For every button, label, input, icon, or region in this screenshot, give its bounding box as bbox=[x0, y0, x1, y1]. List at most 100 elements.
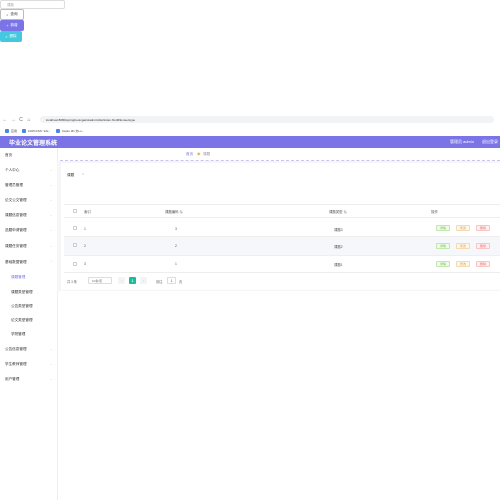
search-input[interactable]: 课题 bbox=[0, 0, 65, 9]
home-icon[interactable]: ⌂ bbox=[26, 117, 32, 123]
sidebar-item-topics[interactable]: 课题信息管理 bbox=[5, 213, 27, 218]
chevron-down-icon: ⌄ bbox=[50, 244, 53, 248]
sidebar-item-users[interactable]: 用户管理 bbox=[5, 377, 19, 382]
column-header-index: 索引 bbox=[84, 210, 91, 214]
chevron-down-icon: ⌄ bbox=[50, 362, 53, 366]
sidebar-item-tasks[interactable]: 课题任务管理 bbox=[5, 244, 27, 249]
row-checkbox[interactable] bbox=[73, 226, 77, 230]
bookmark-item[interactable]: Capto 3D 文Lu... bbox=[55, 128, 85, 133]
chevron-right-icon: › bbox=[142, 278, 145, 283]
column-header-code[interactable]: 课题编码 ⇅ bbox=[165, 209, 183, 214]
sidebar-item-papers[interactable]: 论文公文管理 bbox=[5, 198, 27, 203]
sidebar-item-applications[interactable]: 选题申请管理 bbox=[5, 228, 27, 233]
view-button[interactable]: 详情 bbox=[436, 261, 450, 267]
breadcrumb-separator-icon: ◉ bbox=[197, 151, 201, 156]
current-page[interactable]: 1 bbox=[129, 277, 136, 284]
search-button[interactable]: ⌕ 查询 bbox=[0, 9, 24, 20]
chevron-down-icon: ⌄ bbox=[50, 347, 53, 351]
chevron-down-icon: ⌄ bbox=[50, 377, 53, 381]
cell-code: 1 bbox=[175, 262, 177, 266]
sidebar-item-profile[interactable]: 个人中心 bbox=[5, 168, 19, 173]
search-placeholder: 课题 bbox=[7, 3, 14, 7]
add-button-label: 新增 bbox=[10, 23, 18, 27]
table-bottom-border bbox=[64, 272, 500, 273]
add-button[interactable]: + 新增 bbox=[0, 20, 24, 31]
sidebar-item-basic-data[interactable]: 基础数据管理 bbox=[5, 260, 27, 265]
cell-type: 课题1 bbox=[334, 263, 343, 267]
sidebar-item-admins[interactable]: 管理员管理 bbox=[5, 183, 23, 188]
chevron-up-icon: ⌃ bbox=[50, 260, 53, 264]
search-icon: ⌕ bbox=[6, 12, 9, 17]
logout-link[interactable]: 退出登录 bbox=[482, 139, 498, 145]
breadcrumb bbox=[57, 148, 500, 160]
page-label: 页 bbox=[179, 280, 183, 284]
sort-icon: ⇅ bbox=[343, 210, 347, 214]
page-size-value: 10条/页 bbox=[92, 278, 103, 283]
sidebar-subitem-notice-type[interactable]: 公告类型管理 bbox=[11, 304, 33, 309]
bookmark-icon bbox=[55, 128, 60, 133]
cell-code: 3 bbox=[175, 227, 177, 231]
cell-type: 课题2 bbox=[334, 245, 343, 249]
bookmark-label: Capto 3D 文Lu... bbox=[61, 128, 85, 133]
sidebar-item-notices[interactable]: 公告信息管理 bbox=[5, 347, 27, 352]
sidebar-subitem-topic-type[interactable]: 课题类型管理 bbox=[11, 290, 33, 295]
app-header bbox=[0, 136, 500, 148]
sort-icon: ⇅ bbox=[179, 210, 183, 214]
plus-icon: + bbox=[6, 23, 9, 28]
row-delete-button[interactable]: 删除 bbox=[476, 261, 490, 267]
breadcrumb-home[interactable]: 首页 bbox=[186, 152, 193, 157]
reload-icon[interactable]: C bbox=[18, 117, 24, 123]
delete-button-label: 删除 bbox=[9, 34, 17, 38]
back-icon[interactable]: ← bbox=[2, 117, 8, 123]
prev-page-button[interactable]: ‹ bbox=[118, 277, 125, 284]
forward-icon[interactable]: → bbox=[10, 117, 16, 123]
view-button[interactable]: 详情 bbox=[436, 243, 450, 249]
bookmark-item[interactable]: 100%CSS: 3ds... bbox=[22, 128, 51, 133]
apps-icon bbox=[5, 128, 9, 133]
page-size-select[interactable]: 10条/页 bbox=[88, 277, 112, 284]
table-row bbox=[64, 237, 500, 255]
next-page-button[interactable]: › bbox=[140, 277, 147, 284]
edit-button[interactable]: 修改 bbox=[456, 261, 470, 267]
chevron-down-icon: ⌄ bbox=[50, 228, 53, 232]
current-user: 管理员 admin bbox=[449, 139, 474, 144]
delete-button[interactable]: × 删除 bbox=[0, 31, 22, 42]
row-delete-button[interactable]: 删除 bbox=[476, 225, 490, 231]
search-button-label: 查询 bbox=[10, 12, 18, 16]
select-all-checkbox[interactable] bbox=[73, 209, 77, 213]
pagination-total: 共 3 条 bbox=[67, 280, 77, 284]
sidebar-subitem-college[interactable]: 学院管理 bbox=[11, 332, 25, 337]
chevron-down-icon: ⌄ bbox=[50, 168, 53, 172]
sidebar-subitem-topic[interactable]: 课题管理 bbox=[11, 275, 25, 280]
sidebar: 首页 个人中心 ⌄ 管理员管理 ⌄ 论文公文管理 ⌄ 课题信息管理 ⌄ 选题申请… bbox=[0, 148, 58, 500]
row-delete-button[interactable]: 删除 bbox=[476, 243, 490, 249]
chevron-down-icon: ⌄ bbox=[50, 198, 53, 202]
breadcrumb-current: 课题 bbox=[203, 152, 211, 156]
sidebar-item-students-teachers[interactable]: 学生教师管理 bbox=[5, 362, 27, 367]
chevron-left-icon: ‹ bbox=[120, 278, 123, 283]
cell-type: 课题3 bbox=[334, 228, 343, 232]
trash-icon: × bbox=[5, 34, 8, 39]
sidebar-subitem-paper-type[interactable]: 论文类型管理 bbox=[11, 318, 33, 323]
cell-index: 2 bbox=[84, 244, 86, 248]
table-row bbox=[64, 218, 500, 236]
address-bar[interactable]: localhost:8080/springbootxga2u/admin/dis… bbox=[40, 116, 494, 123]
bookmarks-bar: 应用 100%CSS: 3ds... Capto 3D 文Lu... bbox=[0, 126, 500, 135]
edit-button[interactable]: 修改 bbox=[456, 225, 470, 231]
table-top-border bbox=[64, 204, 500, 205]
column-header-actions: 操作 bbox=[431, 210, 438, 214]
row-checkbox[interactable] bbox=[73, 262, 77, 266]
row-checkbox[interactable] bbox=[73, 243, 77, 247]
page-jump-input[interactable]: 1 bbox=[167, 277, 176, 284]
address-url: localhost:8080/springbootxga2u/admin/dis… bbox=[46, 117, 136, 122]
cell-code: 2 bbox=[175, 244, 177, 248]
bookmark-label: 应用 bbox=[11, 128, 18, 133]
edit-button[interactable]: 修改 bbox=[456, 243, 470, 249]
search-label: 课题 bbox=[67, 173, 75, 177]
sidebar-item-home[interactable]: 首页 bbox=[5, 153, 12, 158]
view-button[interactable]: 详情 bbox=[436, 225, 450, 231]
column-header-type[interactable]: 课题类型 ⇅ bbox=[329, 209, 347, 214]
chevron-down-icon: ⌄ bbox=[50, 183, 53, 187]
bookmark-label: 100%CSS: 3ds... bbox=[28, 128, 51, 133]
bookmark-item[interactable]: 应用 bbox=[5, 128, 18, 133]
